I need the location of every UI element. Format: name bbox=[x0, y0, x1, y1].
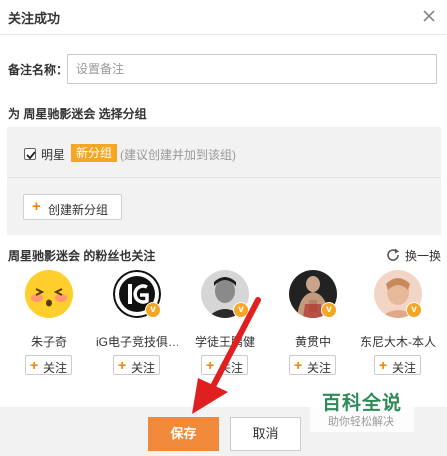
follow-label: 关注 bbox=[219, 361, 244, 375]
new-group-badge: 新分组 bbox=[71, 144, 118, 162]
fan-name[interactable]: iG电子竞技俱… bbox=[96, 333, 178, 350]
avatar-emoji-face[interactable] bbox=[25, 270, 73, 318]
follow-label: 关注 bbox=[43, 361, 68, 375]
plus-icon: + bbox=[206, 357, 215, 373]
fans-heading: 周星驰影迷会 的粉丝也关注 bbox=[8, 249, 156, 263]
close-icon[interactable] bbox=[418, 5, 440, 27]
remark-input[interactable] bbox=[67, 54, 437, 84]
plus-icon: + bbox=[379, 357, 388, 373]
cancel-button[interactable]: 取消 bbox=[230, 417, 301, 451]
remark-label: 备注名称： bbox=[8, 63, 69, 77]
fan-card: v 黄贯中 + 关注 bbox=[272, 270, 354, 380]
verified-icon: v bbox=[233, 302, 249, 318]
fan-name[interactable]: 东尼大木-本人 bbox=[357, 333, 439, 350]
fan-card: v 学徒王鹏健 + 关注 bbox=[184, 270, 266, 380]
group-name: 明星 bbox=[41, 148, 66, 162]
group-hint: (建议创建并加到该组) bbox=[120, 148, 236, 162]
fan-name[interactable]: 学徒王鹏健 bbox=[184, 333, 266, 350]
plus-icon: + bbox=[118, 357, 127, 373]
watermark-subtitle: 助你轻松解决 bbox=[328, 416, 394, 428]
follow-label: 关注 bbox=[307, 361, 332, 375]
fan-card: v iG电子竞技俱… + 关注 bbox=[96, 270, 178, 380]
fan-name[interactable]: 黄贯中 bbox=[272, 333, 354, 350]
plus-icon: + bbox=[30, 357, 39, 373]
verified-icon: v bbox=[321, 302, 337, 318]
refresh-label: 换一换 bbox=[405, 249, 442, 263]
verified-icon: v bbox=[406, 302, 422, 318]
follow-button[interactable]: + 关注 bbox=[374, 355, 421, 375]
follow-button[interactable]: + 关注 bbox=[113, 355, 160, 375]
dialog-title: 关注成功 bbox=[8, 11, 61, 26]
refresh-button[interactable]: 换一换 bbox=[385, 246, 441, 264]
create-group-label: 创建新分组 bbox=[48, 203, 109, 217]
follow-button[interactable]: + 关注 bbox=[201, 355, 248, 375]
fan-card: v 东尼大木-本人 + 关注 bbox=[357, 270, 439, 380]
fan-card: 朱子奇 + 关注 bbox=[8, 270, 90, 380]
plus-icon: + bbox=[32, 198, 41, 215]
group-option-star[interactable]: 明星 新分组 (建议创建并加到该组) bbox=[7, 127, 441, 178]
refresh-icon bbox=[387, 248, 399, 261]
dialog-titlebar: 关注成功 bbox=[0, 0, 447, 35]
follow-label: 关注 bbox=[131, 361, 156, 375]
group-heading: 为 周星驰影迷会 选择分组 bbox=[8, 107, 147, 121]
group-checkbox[interactable] bbox=[24, 148, 36, 160]
watermark: 百科全说 助你轻松解决 bbox=[310, 388, 414, 432]
follow-button[interactable]: + 关注 bbox=[289, 355, 336, 375]
save-button[interactable]: 保存 bbox=[148, 417, 219, 451]
plus-icon: + bbox=[294, 357, 303, 373]
follow-label: 关注 bbox=[392, 361, 417, 375]
verified-icon: v bbox=[145, 302, 161, 318]
create-group-button[interactable]: + 创建新分组 bbox=[23, 194, 122, 220]
watermark-title: 百科全说 bbox=[322, 393, 403, 414]
follow-button[interactable]: + 关注 bbox=[25, 355, 72, 375]
fan-name[interactable]: 朱子奇 bbox=[8, 333, 90, 350]
remark-row: 备注名称： bbox=[8, 54, 440, 86]
group-box: 明星 新分组 (建议创建并加到该组) + 创建新分组 bbox=[7, 127, 441, 235]
